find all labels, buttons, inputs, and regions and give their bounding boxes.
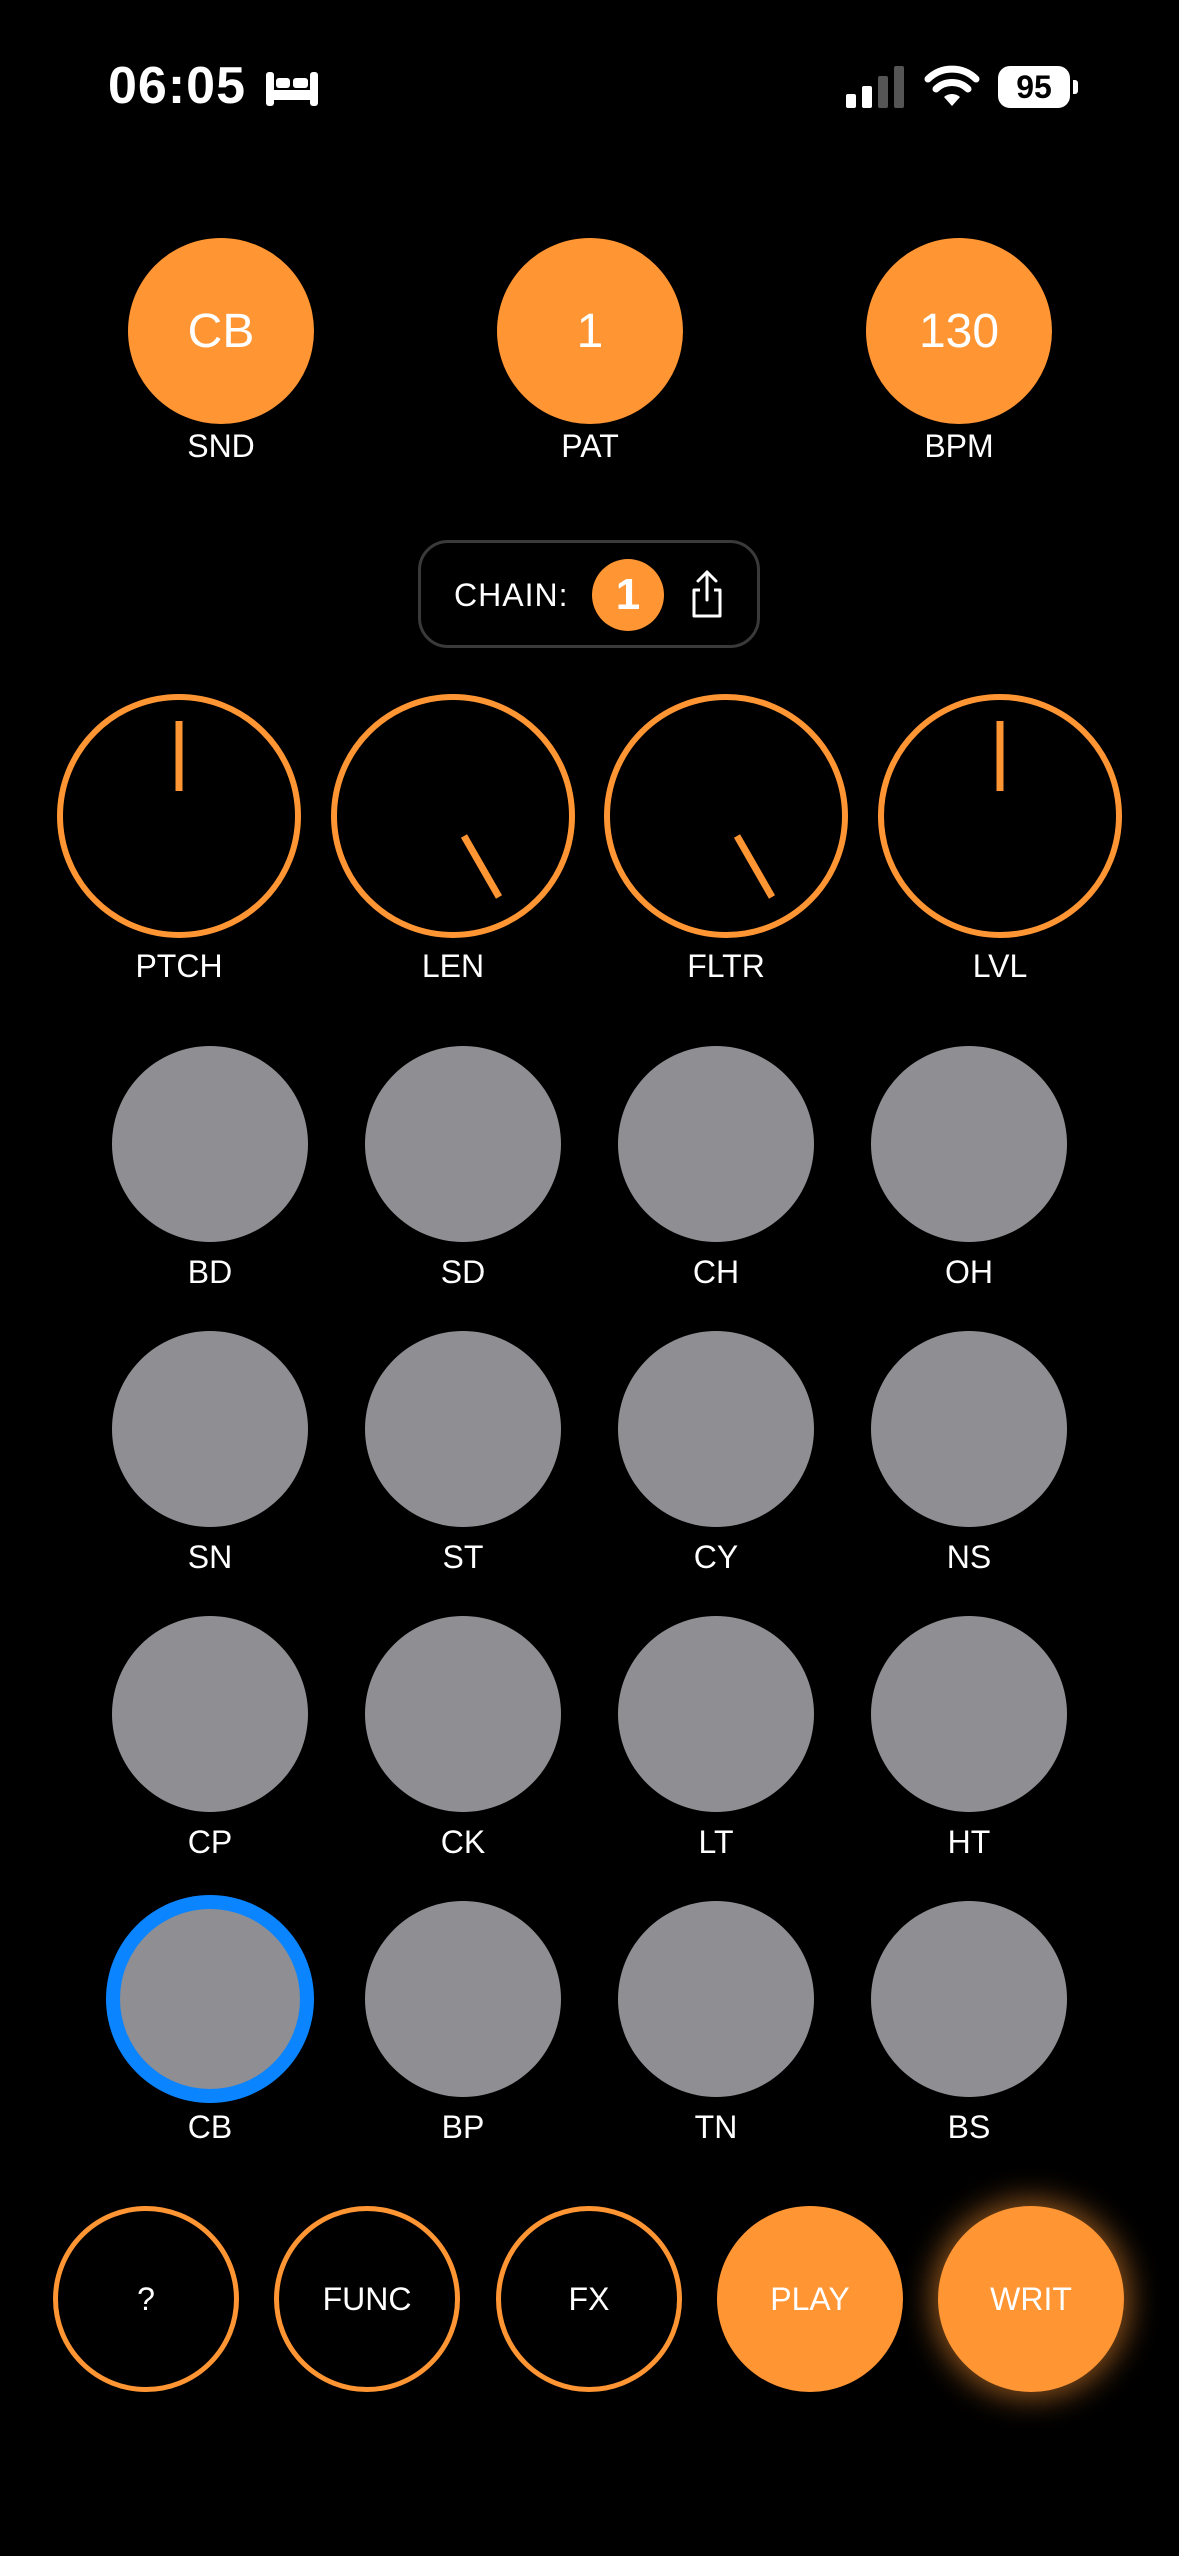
pad-label: SD bbox=[440, 1254, 486, 1290]
pad-ch[interactable] bbox=[618, 1046, 814, 1242]
pad-st[interactable] bbox=[365, 1331, 561, 1527]
status-time: 06:05 bbox=[108, 57, 246, 115]
pad-label: OH bbox=[945, 1254, 993, 1290]
pad-label: HT bbox=[947, 1824, 991, 1860]
bpm-label: BPM bbox=[924, 428, 994, 464]
battery-level: 95 bbox=[998, 66, 1070, 108]
battery-icon: 95 bbox=[998, 66, 1078, 108]
pattern-button[interactable]: 1 bbox=[497, 238, 683, 424]
pad-label: TN bbox=[694, 2109, 738, 2145]
pad-bd[interactable] bbox=[112, 1046, 308, 1242]
sound-label: SND bbox=[187, 428, 255, 464]
level-knob[interactable] bbox=[877, 693, 1123, 939]
pad-tn[interactable] bbox=[618, 1901, 814, 2097]
pad-oh[interactable] bbox=[871, 1046, 1067, 1242]
pad-label: CP bbox=[187, 1824, 233, 1860]
sleep-focus-icon bbox=[266, 72, 318, 106]
pad-cb-selected[interactable] bbox=[120, 1909, 300, 2089]
pitch-knob[interactable] bbox=[56, 693, 302, 939]
fx-button[interactable]: FX bbox=[496, 2206, 682, 2392]
pad-label: LT bbox=[698, 1824, 734, 1860]
length-label: LEN bbox=[421, 948, 485, 984]
pitch-label: PTCH bbox=[135, 948, 223, 984]
pad-cp[interactable] bbox=[112, 1616, 308, 1812]
pad-ns[interactable] bbox=[871, 1331, 1067, 1527]
pad-ht[interactable] bbox=[871, 1616, 1067, 1812]
pad-ck[interactable] bbox=[365, 1616, 561, 1812]
pad-bp[interactable] bbox=[365, 1901, 561, 2097]
pad-label: BD bbox=[187, 1254, 233, 1290]
pad-label: SN bbox=[187, 1539, 233, 1575]
pad-label: CH bbox=[692, 1254, 740, 1290]
pattern-label: PAT bbox=[561, 428, 619, 464]
pad-sn[interactable] bbox=[112, 1331, 308, 1527]
help-button[interactable]: ? bbox=[53, 2206, 239, 2392]
share-icon[interactable] bbox=[686, 568, 728, 620]
play-button[interactable]: PLAY bbox=[717, 2206, 903, 2392]
bpm-button[interactable]: 130 bbox=[866, 238, 1052, 424]
filter-label: FLTR bbox=[687, 948, 765, 984]
pad-bs[interactable] bbox=[871, 1901, 1067, 2097]
chain-label: CHAIN: bbox=[454, 577, 569, 613]
sound-button[interactable]: CB bbox=[128, 238, 314, 424]
pad-label: BS bbox=[947, 2109, 991, 2145]
pad-sd[interactable] bbox=[365, 1046, 561, 1242]
cellular-signal-icon bbox=[846, 66, 904, 108]
chain-number-button[interactable]: 1 bbox=[592, 559, 664, 631]
pad-label: BP bbox=[441, 2109, 485, 2145]
pad-label: NS bbox=[946, 1539, 992, 1575]
pad-cy[interactable] bbox=[618, 1331, 814, 1527]
pad-label: CK bbox=[440, 1824, 486, 1860]
pad-lt[interactable] bbox=[618, 1616, 814, 1812]
pad-label: CB bbox=[187, 2109, 233, 2145]
filter-knob[interactable] bbox=[603, 693, 849, 939]
wifi-icon bbox=[924, 65, 980, 106]
length-knob[interactable] bbox=[330, 693, 576, 939]
func-button[interactable]: FUNC bbox=[274, 2206, 460, 2392]
level-label: LVL bbox=[972, 948, 1028, 984]
pad-label: ST bbox=[442, 1539, 484, 1575]
write-button[interactable]: WRIT bbox=[938, 2206, 1124, 2392]
pad-label: CY bbox=[693, 1539, 739, 1575]
